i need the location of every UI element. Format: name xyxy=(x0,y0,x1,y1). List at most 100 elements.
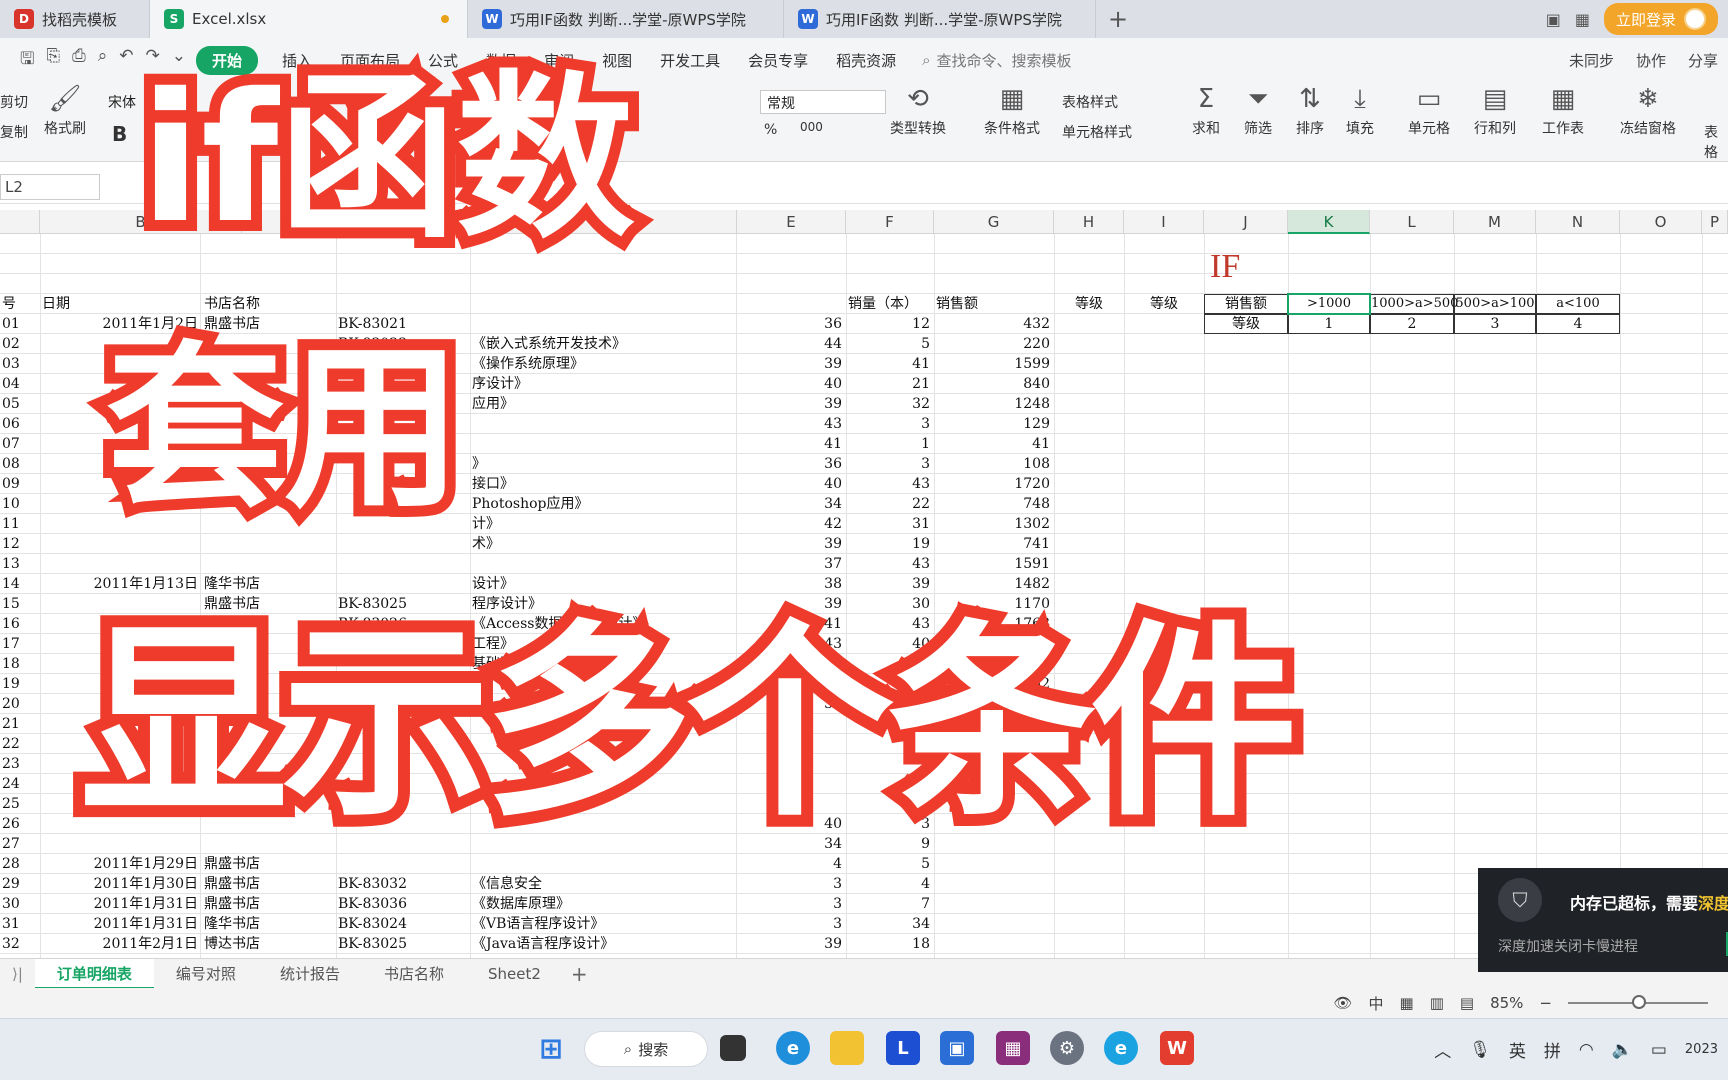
table-cell[interactable]: 32 xyxy=(2,934,38,954)
memory-toast[interactable]: ⛉ 内存已超标，需要深度 深度加速关闭卡慢进程 xyxy=(1478,868,1728,972)
input-method-icon[interactable]: 中 xyxy=(1369,993,1384,1014)
table-cell[interactable]: 5 xyxy=(846,334,930,354)
table-cell[interactable]: 40 xyxy=(736,374,842,394)
table-cell[interactable]: 39 xyxy=(736,394,842,414)
name-box[interactable]: L2 xyxy=(0,174,100,200)
criteria-cell[interactable]: 4 xyxy=(1536,314,1620,334)
table-cell[interactable]: 432 xyxy=(934,314,1050,334)
table-cell[interactable]: 129 xyxy=(934,414,1050,434)
winrar-icon[interactable]: ▦ xyxy=(996,1031,1030,1065)
table-cell[interactable]: 《数据库原理》 xyxy=(472,894,734,914)
sheet-tab-sheet2[interactable]: Sheet2 xyxy=(466,965,563,983)
table-cell[interactable]: 7 xyxy=(846,894,930,914)
sheet-nav-icon[interactable]: ⟩| xyxy=(0,965,35,983)
table-cell[interactable]: 5 xyxy=(846,854,930,874)
menu-developer[interactable]: 开发工具 xyxy=(646,50,734,71)
criteria-cell[interactable]: 销售额 xyxy=(1204,294,1288,314)
edge-icon[interactable]: e xyxy=(776,1031,810,1065)
table-cell[interactable]: 39 xyxy=(736,534,842,554)
table-button[interactable]: 表格 xyxy=(1704,122,1728,162)
thousands-button[interactable]: 000 xyxy=(800,120,823,134)
table-style-button[interactable]: 表格样式 xyxy=(1062,92,1118,112)
number-format-select[interactable]: 常规 xyxy=(760,90,886,114)
tab-docer[interactable]: D 找稻壳模板 xyxy=(0,0,150,38)
table-cell[interactable]: 4 xyxy=(846,874,930,894)
col-header[interactable]: G xyxy=(934,210,1054,234)
table-cell[interactable]: 12 xyxy=(2,534,38,554)
save-icon[interactable]: 🖫 xyxy=(20,46,34,75)
menu-docer-resources[interactable]: 稻壳资源 xyxy=(822,50,910,71)
criteria-cell[interactable]: a<100 xyxy=(1536,294,1620,314)
table-cell[interactable]: 36 xyxy=(736,314,842,334)
table-cell[interactable]: 29 xyxy=(2,874,38,894)
table-cell[interactable]: 1248 xyxy=(934,394,1050,414)
tab-wps-academy-2[interactable]: W 巧用IF函数 判断...学堂-原WPS学院 xyxy=(784,0,1096,38)
settings-gear-icon[interactable]: ⚙ xyxy=(1050,1031,1084,1065)
volume-icon[interactable]: 🔈 xyxy=(1612,1040,1633,1060)
table-cell[interactable]: 隆华书店 xyxy=(204,574,334,594)
taskbar-search[interactable]: ⌕ 搜索 xyxy=(584,1031,708,1067)
table-cell[interactable]: 3 xyxy=(846,414,930,434)
table-cell[interactable]: 23 xyxy=(2,754,38,774)
print-icon[interactable]: ⎙ xyxy=(72,46,86,75)
table-cell[interactable]: 4 xyxy=(736,854,842,874)
cell-button[interactable]: ▭ 单元格 xyxy=(1408,84,1450,138)
table-cell[interactable]: 1302 xyxy=(934,514,1050,534)
table-cell[interactable]: 鼎盛书店 xyxy=(204,894,334,914)
table-cell[interactable]: 1591 xyxy=(934,554,1050,574)
table-cell[interactable]: 《Java语言程序设计》 xyxy=(472,934,734,954)
table-cell[interactable]: 1720 xyxy=(934,474,1050,494)
worksheet-button[interactable]: ▦ 工作表 xyxy=(1542,84,1584,138)
table-cell[interactable]: 博达书店 xyxy=(204,934,334,954)
table-cell[interactable]: 2011年1月30日 xyxy=(42,874,198,894)
table-cell[interactable]: 计》 xyxy=(472,514,734,534)
clock-year[interactable]: 2023 xyxy=(1685,1042,1718,1057)
filter-button[interactable]: ⏷ 筛选 xyxy=(1244,84,1272,138)
col-header[interactable]: E xyxy=(736,210,846,234)
table-cell[interactable]: 21 xyxy=(846,374,930,394)
undo-icon[interactable]: ↶ xyxy=(119,46,133,75)
copy-button[interactable]: 复制 xyxy=(0,122,28,142)
cell-style-button[interactable]: 单元格样式 xyxy=(1062,122,1132,142)
table-cell[interactable]: 14 xyxy=(2,574,38,594)
table-cell[interactable]: 21 xyxy=(2,714,38,734)
table-cell[interactable]: 3 xyxy=(846,454,930,474)
table-cell[interactable]: 鼎盛书店 xyxy=(204,874,334,894)
table-cell[interactable]: 44 xyxy=(736,334,842,354)
table-cell[interactable]: 《信息安全 xyxy=(472,874,734,894)
table-cell[interactable]: 2011年1月13日 xyxy=(42,574,198,594)
table-cell[interactable]: 序设计》 xyxy=(472,374,734,394)
table-cell[interactable]: 26 xyxy=(2,814,38,834)
table-cell[interactable]: 41 xyxy=(736,434,842,454)
table-cell[interactable]: 02 xyxy=(2,334,38,354)
sheet-tab-report[interactable]: 统计报告 xyxy=(258,963,362,984)
table-cell[interactable]: 隆华书店 xyxy=(204,914,334,934)
menu-member[interactable]: 会员专享 xyxy=(734,50,822,71)
table-cell[interactable]: 43 xyxy=(846,554,930,574)
table-cell[interactable]: 《操作系统原理》 xyxy=(472,354,734,374)
table-cell[interactable]: 03 xyxy=(2,354,38,374)
table-cell[interactable]: 19 xyxy=(846,534,930,554)
table-cell[interactable]: 12 xyxy=(846,314,930,334)
criteria-cell[interactable]: 1000>a>500 xyxy=(1370,294,1458,314)
criteria-cell[interactable]: 等级 xyxy=(1204,314,1288,334)
table-cell[interactable]: 41 xyxy=(846,354,930,374)
table-cell[interactable]: 11 xyxy=(2,514,38,534)
table-cell[interactable]: BK-83036 xyxy=(338,894,468,914)
table-cell[interactable]: Photoshop应用》 xyxy=(472,494,734,514)
layout-icon[interactable]: ▣ xyxy=(1546,10,1561,29)
criteria-cell[interactable]: 3 xyxy=(1454,314,1536,334)
table-cell[interactable]: 22 xyxy=(846,494,930,514)
table-cell[interactable]: 40 xyxy=(736,474,842,494)
table-cell[interactable]: 108 xyxy=(934,454,1050,474)
sheet-tab-codes[interactable]: 编号对照 xyxy=(154,963,258,984)
col-header[interactable]: L xyxy=(1370,210,1454,234)
ime-pinyin[interactable]: 拼 xyxy=(1544,1037,1561,1062)
table-cell[interactable]: 37 xyxy=(736,554,842,574)
bold-button[interactable]: B xyxy=(112,122,127,146)
sum-button[interactable]: Σ 求和 xyxy=(1192,84,1220,138)
wps-office-icon[interactable]: W xyxy=(1160,1031,1194,1065)
wifi-icon[interactable]: ◠ xyxy=(1579,1040,1594,1060)
freeze-panes-button[interactable]: ❄ 冻结窗格 xyxy=(1620,84,1676,138)
table-cell[interactable]: 20 xyxy=(2,694,38,714)
